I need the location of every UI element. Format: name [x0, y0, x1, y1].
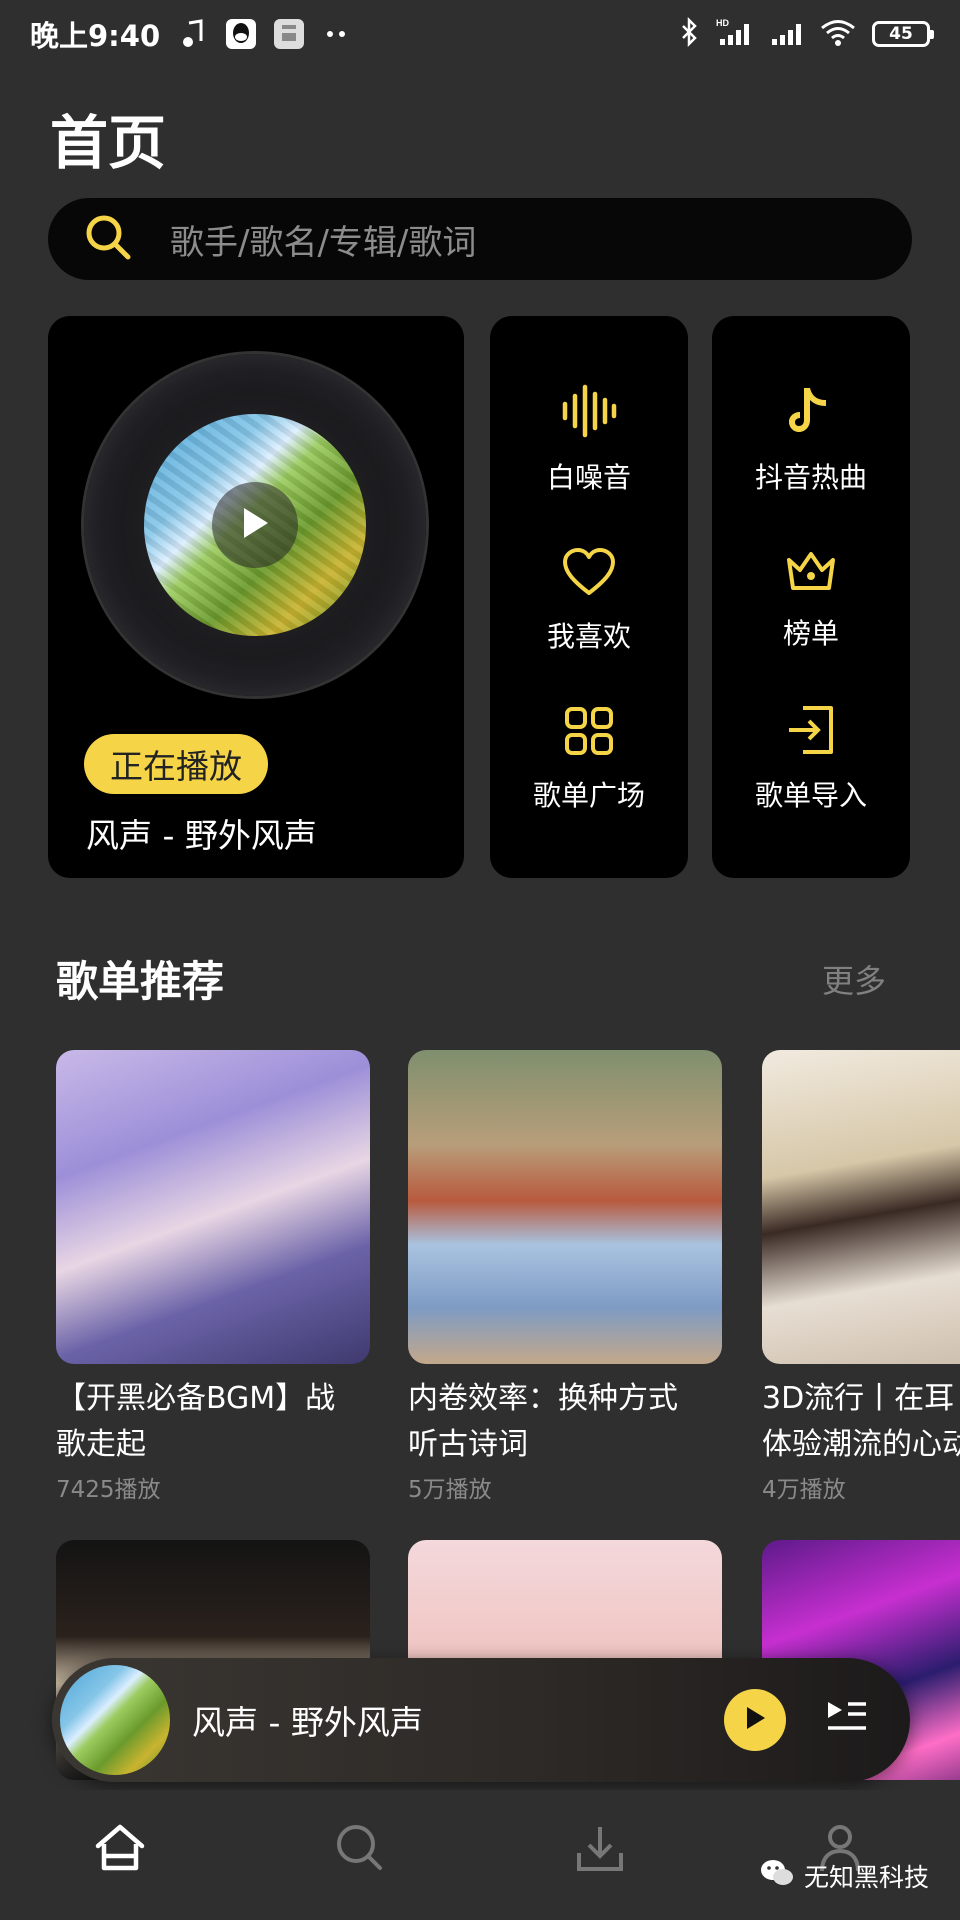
playlist-name-line: 【开黑必备BGM】战 [56, 1381, 336, 1416]
tiktok-icon [786, 384, 836, 442]
quick-link-favorites[interactable]: 我喜欢 [547, 547, 631, 655]
watermark: 无知黑科技 [760, 1858, 929, 1894]
nav-home[interactable] [90, 1820, 150, 1880]
quick-links-column-2: 抖音热曲 榜单 歌单导入 [712, 316, 910, 878]
status-right: HD 45 [680, 16, 934, 51]
search-icon [334, 1822, 386, 1878]
heart-icon [562, 547, 616, 601]
grid-icon [564, 706, 614, 760]
playlist-name-line: 听古诗词 [408, 1427, 528, 1462]
quick-link-label: 我喜欢 [546, 619, 631, 653]
status-time: 晚上9:40 [30, 19, 161, 53]
playlist-queue-button[interactable] [816, 1690, 876, 1750]
playlist-name: 内卷效率：换种方式 听古诗词 [408, 1376, 722, 1468]
sound-wave-icon [559, 384, 619, 442]
mini-play-button[interactable] [724, 1689, 786, 1751]
mini-player[interactable]: 风声 - 野外风声 [52, 1658, 910, 1782]
now-playing-card[interactable]: 正在播放 风声 - 野外风声 [48, 316, 464, 878]
qq-icon [226, 19, 257, 49]
search-input[interactable]: 歌手/歌名/专辑/歌词 [170, 215, 912, 264]
watermark-text: 无知黑科技 [804, 1863, 930, 1892]
playlist-card[interactable]: 内卷效率：换种方式 听古诗词 5万播放 [408, 1050, 722, 1504]
now-playing-badge: 正在播放 [84, 734, 268, 794]
playlist-name: 【开黑必备BGM】战 歌走起 [56, 1376, 370, 1468]
bluetooth-icon [680, 16, 700, 51]
playlist-cover[interactable] [408, 1050, 722, 1364]
quick-link-charts[interactable]: 榜单 [783, 548, 839, 652]
status-left: 晚上9:40 [30, 13, 352, 55]
page-title: 首页 [50, 109, 167, 177]
playlist-name: 3D流行丨在耳 体验潮流的心动 [762, 1376, 960, 1468]
nav-search[interactable] [330, 1820, 390, 1880]
queue-list-icon [824, 1698, 868, 1742]
mini-player-art[interactable] [60, 1665, 170, 1775]
play-icon [743, 1705, 767, 1735]
mini-player-title: 风声 - 野外风声 [192, 1703, 423, 1742]
mi-icon [274, 19, 305, 49]
import-icon [785, 704, 837, 760]
playlist-plays: 5万播放 [408, 1477, 492, 1503]
search-icon [82, 211, 134, 267]
quick-link-label: 歌单导入 [754, 779, 867, 812]
bottom-nav: 无知黑科技 [0, 1790, 960, 1920]
crown-icon [784, 548, 838, 598]
quick-link-douyin-hits[interactable]: 抖音热曲 [755, 384, 867, 496]
battery-icon: 45 [872, 21, 934, 47]
playlist-cover[interactable] [762, 1050, 960, 1364]
quick-link-playlist-import[interactable]: 歌单导入 [755, 704, 867, 814]
section-title: 歌单推荐 [56, 957, 225, 1006]
quick-link-label: 歌单广场 [532, 779, 645, 813]
more-dots-icon [322, 19, 352, 49]
quick-link-playlist-square[interactable]: 歌单广场 [533, 706, 645, 814]
playlist-name-line: 体验潮流的心动 [762, 1427, 960, 1462]
playlist-cover[interactable] [56, 1050, 370, 1364]
quick-link-label: 抖音热曲 [754, 461, 867, 494]
playlist-name-line: 歌走起 [56, 1427, 146, 1462]
quick-link-label: 榜单 [782, 617, 839, 650]
playlist-card[interactable]: 【开黑必备BGM】战 歌走起 7425播放 [56, 1050, 370, 1504]
search-bar[interactable]: 歌手/歌名/专辑/歌词 [48, 198, 912, 280]
wechat-icon [760, 1858, 794, 1894]
home-icon [95, 1824, 145, 1876]
play-icon [240, 506, 270, 544]
playlist-plays: 7425播放 [56, 1477, 161, 1503]
download-icon [575, 1823, 625, 1877]
vinyl-disc[interactable] [84, 354, 426, 696]
signal-icon [768, 17, 804, 51]
quick-link-label: 白噪音 [546, 460, 631, 494]
playlist-name-line: 内卷效率：换种方式 [408, 1381, 678, 1416]
status-bar: 晚上9:40 HD 45 [0, 0, 960, 68]
signal-hd-icon: HD [716, 17, 752, 51]
now-playing-title: 风声 - 野外风声 [86, 816, 317, 855]
quick-links-column-1: 白噪音 我喜欢 歌单广场 [490, 316, 688, 878]
more-link[interactable]: 更多 [822, 956, 886, 1002]
playlist-name-line: 3D流行丨在耳 [762, 1381, 955, 1416]
disc-play-button[interactable] [212, 482, 298, 568]
music-note-icon [178, 19, 208, 49]
quick-link-white-noise[interactable]: 白噪音 [547, 384, 631, 496]
wifi-icon [820, 17, 856, 51]
nav-download[interactable] [570, 1820, 630, 1880]
svg-text:HD: HD [716, 18, 729, 28]
battery-level: 45 [889, 24, 913, 44]
playlist-plays: 4万播放 [762, 1477, 846, 1503]
playlist-card[interactable]: 3D流行丨在耳 体验潮流的心动 4万播放 [762, 1050, 960, 1504]
